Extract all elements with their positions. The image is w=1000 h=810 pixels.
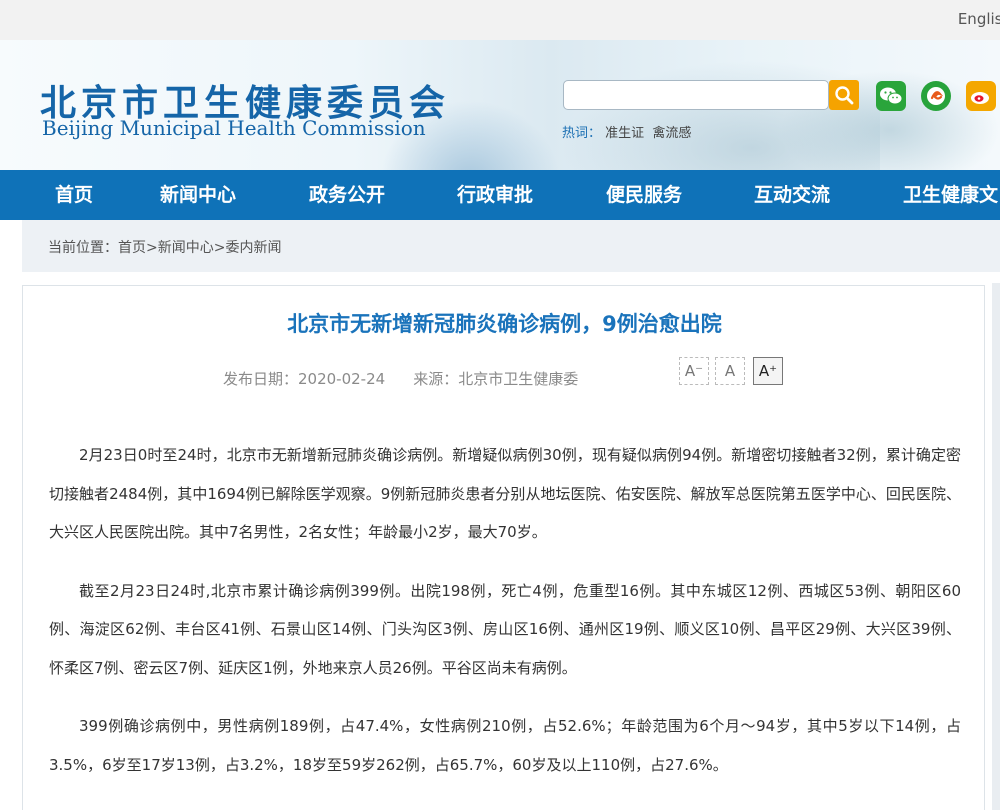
hotword-link[interactable]: 禽流感	[652, 126, 691, 141]
search-icon	[835, 86, 854, 105]
scroll-edge	[992, 283, 1000, 810]
breadcrumb-internal-news[interactable]: 委内新闻	[225, 240, 281, 256]
article-title: 北京市无新增新冠肺炎确诊病例，9例治愈出院	[287, 312, 722, 336]
article-body: 2月23日0时至24时，北京市无新增新冠肺炎确诊病例。新增疑似病例30例，现有疑…	[49, 436, 961, 804]
circle-logo-icon[interactable]	[921, 81, 951, 111]
weibo-glyph	[971, 92, 989, 104]
nav-item-news[interactable]: 新闻中心	[160, 170, 236, 220]
nav-item-government-affairs[interactable]: 政务公开	[309, 170, 385, 220]
breadcrumb-news[interactable]: 新闻中心	[158, 240, 214, 256]
top-bar: English	[0, 0, 1000, 40]
publish-date: 发布日期：2020-02-24	[223, 370, 386, 388]
article-meta: 发布日期：2020-02-24 来源：北京市卫生健康委	[223, 368, 578, 389]
article-paragraph: 2月23日0时至24时，北京市无新增新冠肺炎确诊病例。新增疑似病例30例，现有疑…	[49, 446, 961, 541]
site-title-en[interactable]: Beijing Municipal Health Commission	[42, 116, 426, 140]
nav-item-public-service[interactable]: 便民服务	[606, 170, 682, 220]
header-banner: 北京市卫生健康委员会 Beijing Municipal Health Comm…	[0, 40, 1000, 170]
hotwords: 热词： 准生证 禽流感	[562, 122, 695, 141]
breadcrumb-bar: 当前位置：首页>新闻中心>委内新闻	[22, 220, 1000, 272]
nav-item-interaction[interactable]: 互动交流	[754, 170, 830, 220]
article-panel: 北京市无新增新冠肺炎确诊病例，9例治愈出院 发布日期：2020-02-24 来源：…	[22, 285, 985, 810]
search-input[interactable]	[563, 80, 829, 110]
font-default-button[interactable]: A	[715, 357, 745, 385]
nav-item-administrative-approval[interactable]: 行政审批	[457, 170, 533, 220]
font-larger-button[interactable]: A⁺	[753, 357, 783, 385]
wechat-glyph	[880, 87, 903, 105]
article-paragraph: 399例确诊病例中，男性病例189例，占47.4%，女性病例210例，占52.6…	[49, 717, 961, 774]
nav-item-home[interactable]: 首页	[55, 170, 93, 220]
main-nav: 首页 新闻中心 政务公开 行政审批 便民服务 互动交流 卫生健康文	[0, 170, 1000, 220]
breadcrumb: 当前位置：首页>新闻中心>委内新闻	[48, 240, 282, 256]
wechat-icon[interactable]	[876, 81, 906, 111]
breadcrumb-home[interactable]: 首页	[118, 240, 146, 256]
article-source: 来源：北京市卫生健康委	[413, 370, 579, 388]
hotword-link[interactable]: 准生证	[605, 126, 644, 141]
font-smaller-button[interactable]: A⁻	[679, 357, 709, 385]
search-button[interactable]	[829, 80, 859, 110]
english-link[interactable]: English	[958, 10, 1000, 28]
article-paragraph: 截至2月23日24时,北京市累计确诊病例399例。出院198例，死亡4例，危重型…	[49, 581, 961, 677]
weibo-icon[interactable]	[966, 81, 996, 111]
hotwords-label: 热词：	[562, 126, 602, 141]
breadcrumb-label: 当前位置：	[48, 240, 118, 256]
nav-item-health-culture[interactable]: 卫生健康文	[903, 170, 998, 220]
circle-logo-glyph	[927, 87, 945, 105]
